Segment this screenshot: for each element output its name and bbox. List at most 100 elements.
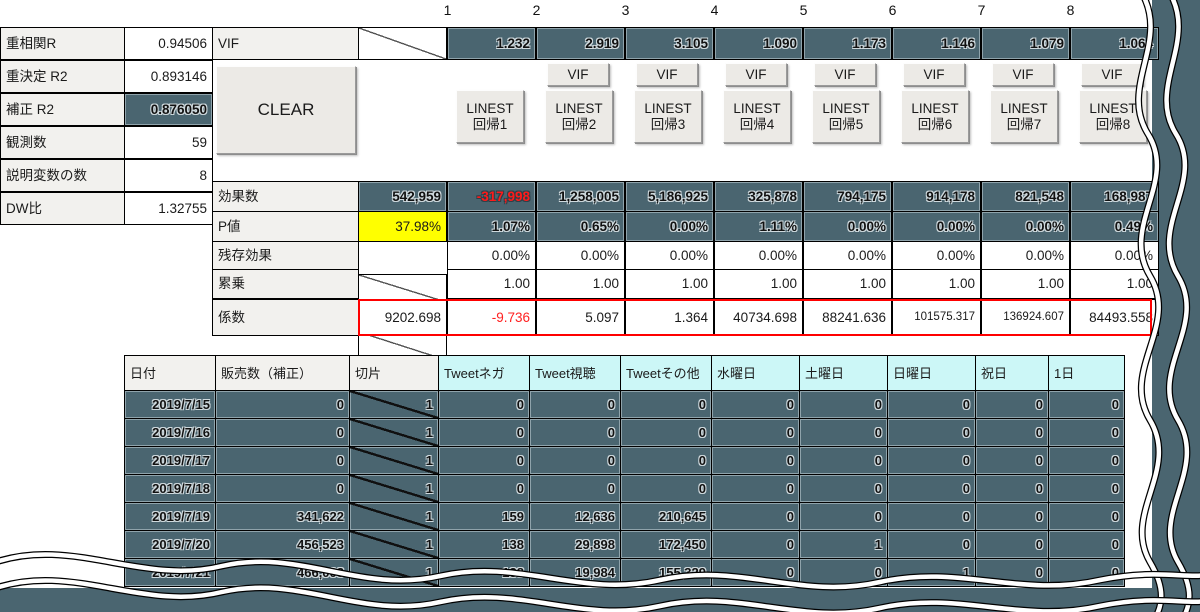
metric-residual-value-7[interactable]: 0.00% (981, 241, 1070, 270)
table-row-cell[interactable]: 0 (799, 418, 888, 447)
table-row-cell[interactable]: 0 (438, 474, 530, 503)
table-row-cell[interactable]: 1 (349, 418, 439, 447)
table-row-cell[interactable]: 12,636 (529, 502, 621, 531)
stat-value-1[interactable]: 0.893146 (124, 60, 213, 93)
table-row-cell[interactable]: 0 (215, 418, 350, 447)
metric-coef-value-3[interactable]: 1.364 (625, 299, 714, 336)
linest-button-5[interactable]: LINEST 回帰5 (812, 90, 880, 143)
metric-power-value-5[interactable]: 1.00 (803, 269, 892, 299)
table-row-cell[interactable]: 0 (215, 390, 350, 419)
table-row-cell[interactable]: 0 (620, 390, 712, 419)
metric-pvalue-value-6[interactable]: 0.00% (892, 211, 981, 242)
vif-value-2[interactable]: 2.919 (536, 27, 625, 60)
metric-residual-value-5[interactable]: 0.00% (803, 241, 892, 270)
metric-coef-value-1[interactable]: -9.736 (447, 299, 536, 336)
table-row-cell[interactable]: 0 (887, 474, 976, 503)
metric-effect-value-5[interactable]: 794,175 (803, 181, 892, 212)
metric-effect-value-4[interactable]: 325,878 (714, 181, 803, 212)
metric-effect-value-6[interactable]: 914,178 (892, 181, 981, 212)
metric-effect-value-0[interactable]: 542,959 (358, 181, 447, 212)
metric-power-value-1[interactable]: 1.00 (447, 269, 536, 299)
table-row-cell[interactable]: 0 (799, 502, 888, 531)
vif-button-5[interactable]: VIF (814, 63, 876, 86)
vif-button-2[interactable]: VIF (547, 63, 609, 86)
vif-button-4[interactable]: VIF (725, 63, 787, 86)
metric-pvalue-value-5[interactable]: 0.00% (803, 211, 892, 242)
table-row-cell[interactable]: 0 (620, 474, 712, 503)
metric-pvalue-value-4[interactable]: 1.11% (714, 211, 803, 242)
table-row-cell[interactable]: 0 (887, 418, 976, 447)
table-row-date[interactable]: 2019/7/16 (124, 418, 216, 447)
table-row-cell[interactable]: 1 (349, 390, 439, 419)
metric-pvalue-value-2[interactable]: 0.65% (536, 211, 625, 242)
linest-button-3[interactable]: LINEST 回帰3 (634, 90, 702, 143)
metric-coef-value-5[interactable]: 88241.636 (803, 299, 892, 336)
metric-effect-value-3[interactable]: 5,186,925 (625, 181, 714, 212)
table-row-cell[interactable]: 210,645 (620, 502, 712, 531)
table-row-cell[interactable]: 0 (711, 418, 800, 447)
table-row-cell[interactable]: 0 (887, 502, 976, 531)
stat-value-0[interactable]: 0.94506 (124, 27, 213, 60)
table-row-cell[interactable]: 0 (529, 390, 621, 419)
clear-button[interactable]: CLEAR (216, 66, 356, 154)
metric-residual-value-4[interactable]: 0.00% (714, 241, 803, 270)
table-row-cell[interactable]: 0 (799, 446, 888, 475)
table-row-date[interactable]: 2019/7/15 (124, 390, 216, 419)
stat-value-2[interactable]: 0.876050 (124, 93, 213, 126)
table-row-date[interactable]: 2019/7/18 (124, 474, 216, 503)
table-row-cell[interactable]: 0 (529, 418, 621, 447)
vif-value-4[interactable]: 1.090 (714, 27, 803, 60)
metric-residual-value-3[interactable]: 0.00% (625, 241, 714, 270)
table-row-cell[interactable]: 1 (349, 502, 439, 531)
metric-power-value-6[interactable]: 1.00 (892, 269, 981, 299)
table-row-cell[interactable]: 0 (975, 418, 1049, 447)
vif-button-6[interactable]: VIF (903, 63, 965, 86)
table-row-cell[interactable]: 0 (887, 390, 976, 419)
linest-button-7[interactable]: LINEST 回帰7 (990, 90, 1058, 143)
table-row-cell[interactable]: 0 (799, 474, 888, 503)
metric-power-value-3[interactable]: 1.00 (625, 269, 714, 299)
table-row-cell[interactable]: 0 (711, 502, 800, 531)
linest-button-6[interactable]: LINEST 回帰6 (901, 90, 969, 143)
metric-residual-value-2[interactable]: 0.00% (536, 241, 625, 270)
metric-effect-value-1[interactable]: -317,998 (447, 181, 536, 212)
metric-pvalue-value-7[interactable]: 0.00% (981, 211, 1070, 242)
metric-pvalue-value-3[interactable]: 0.00% (625, 211, 714, 242)
vif-value-1[interactable]: 1.232 (447, 27, 536, 60)
table-row-cell[interactable]: 1 (349, 446, 439, 475)
table-row-cell[interactable]: 0 (799, 390, 888, 419)
table-row-cell[interactable]: 0 (975, 390, 1049, 419)
metric-coef-value-4[interactable]: 40734.698 (714, 299, 803, 336)
vif-button-7[interactable]: VIF (992, 63, 1054, 86)
metric-coef-value-6[interactable]: 101575.317 (892, 299, 981, 336)
table-row-cell[interactable]: 0 (620, 446, 712, 475)
metric-effect-value-7[interactable]: 821,548 (981, 181, 1070, 212)
table-row-date[interactable]: 2019/7/17 (124, 446, 216, 475)
linest-button-4[interactable]: LINEST 回帰4 (723, 90, 791, 143)
metric-pvalue-value-1[interactable]: 1.07% (447, 211, 536, 242)
stat-value-5[interactable]: 1.32755 (124, 192, 213, 225)
table-row-cell[interactable]: 0 (711, 390, 800, 419)
metric-pvalue-value-0[interactable]: 37.98% (358, 211, 447, 242)
table-row-cell[interactable]: 1 (349, 474, 439, 503)
table-row-cell[interactable]: 0 (438, 418, 530, 447)
table-row-cell[interactable]: 0 (438, 446, 530, 475)
table-row-date[interactable]: 2019/7/19 (124, 502, 216, 531)
linest-button-1[interactable]: LINEST 回帰1 (456, 90, 524, 143)
metric-residual-value-1[interactable]: 0.00% (447, 241, 536, 270)
vif-value-5[interactable]: 1.173 (803, 27, 892, 60)
table-row-cell[interactable]: 341,622 (215, 502, 350, 531)
table-row-cell[interactable]: 0 (438, 390, 530, 419)
table-row-cell[interactable]: 0 (975, 446, 1049, 475)
stat-value-4[interactable]: 8 (124, 159, 213, 192)
metric-coef-value-7[interactable]: 136924.607 (981, 299, 1070, 336)
table-row-cell[interactable]: 0 (711, 474, 800, 503)
stat-value-3[interactable]: 59 (124, 126, 213, 159)
metric-effect-value-2[interactable]: 1,258,005 (536, 181, 625, 212)
table-row-cell[interactable]: 0 (887, 446, 976, 475)
metric-power-value-7[interactable]: 1.00 (981, 269, 1070, 299)
table-row-cell[interactable]: 0 (975, 474, 1049, 503)
vif-value-6[interactable]: 1.146 (892, 27, 981, 60)
table-row-cell[interactable]: 0 (529, 474, 621, 503)
table-row-cell[interactable]: 0 (215, 446, 350, 475)
